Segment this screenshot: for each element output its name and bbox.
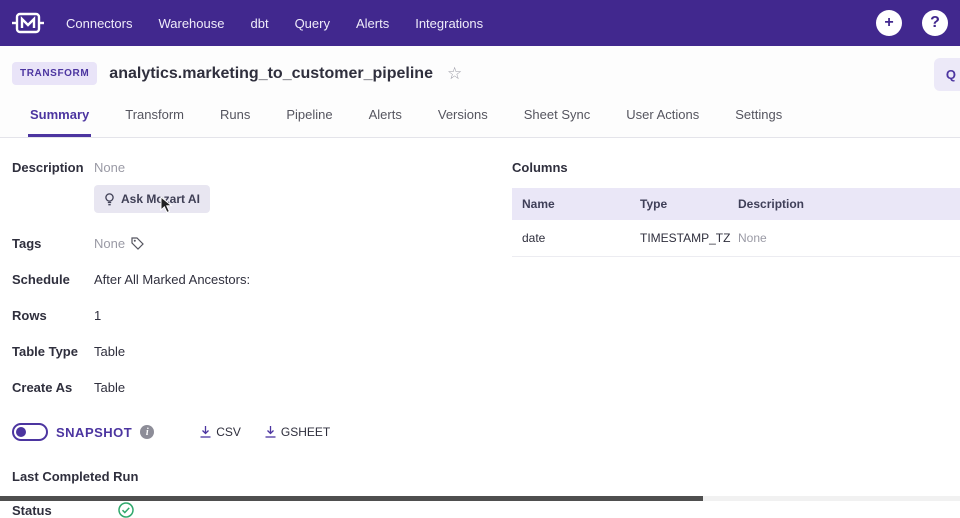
- tab-user-actions[interactable]: User Actions: [624, 97, 701, 137]
- cell-name: date: [512, 220, 630, 256]
- status-success-icon: [118, 502, 134, 518]
- ask-mozart-ai-button[interactable]: Ask Mozart AI: [94, 185, 210, 213]
- tag-icon[interactable]: [131, 237, 144, 250]
- create-as-value: Table: [94, 380, 125, 395]
- col-header-description: Description: [728, 188, 960, 220]
- columns-title: Columns: [512, 160, 960, 175]
- nav-right-actions: + ?: [876, 10, 950, 36]
- create-as-label: Create As: [12, 380, 94, 395]
- rows-label: Rows: [12, 308, 94, 323]
- tab-settings[interactable]: Settings: [733, 97, 784, 137]
- description-row: Description None: [12, 160, 512, 175]
- nav-item-query[interactable]: Query: [295, 16, 330, 31]
- cell-type: TIMESTAMP_TZ: [630, 220, 728, 256]
- status-label: Status: [12, 503, 118, 518]
- table-type-label: Table Type: [12, 344, 94, 359]
- tags-label: Tags: [12, 236, 94, 251]
- col-header-type: Type: [630, 188, 728, 220]
- tab-bar: Summary Transform Runs Pipeline Alerts V…: [0, 97, 960, 138]
- page-header: TRANSFORM analytics.marketing_to_custome…: [0, 46, 960, 97]
- ask-mozart-ai-label: Ask Mozart AI: [121, 192, 200, 206]
- ask-ai-row: Ask Mozart AI: [94, 185, 512, 213]
- nav-item-integrations[interactable]: Integrations: [415, 16, 483, 31]
- tags-row: Tags None: [12, 236, 512, 251]
- last-completed-run-title: Last Completed Run: [12, 469, 512, 484]
- nav-menu: Connectors Warehouse dbt Query Alerts In…: [66, 16, 483, 31]
- schedule-row: Schedule After All Marked Ancestors:: [12, 272, 512, 287]
- tab-summary[interactable]: Summary: [28, 97, 91, 137]
- top-navbar: Connectors Warehouse dbt Query Alerts In…: [0, 0, 960, 46]
- rows-value: 1: [94, 308, 101, 323]
- summary-content: Description None Ask Mozart AI Tags None: [0, 138, 960, 518]
- columns-table: Name Type Description date TIMESTAMP_TZ …: [512, 188, 960, 257]
- csv-label: CSV: [216, 425, 241, 439]
- download-gsheet-link[interactable]: GSHEET: [265, 425, 330, 439]
- tags-value: None: [94, 236, 125, 251]
- tab-runs[interactable]: Runs: [218, 97, 252, 137]
- details-panel: Description None Ask Mozart AI Tags None: [0, 160, 512, 518]
- table-type-value: Table: [94, 344, 125, 359]
- description-value: None: [94, 160, 125, 175]
- table-type-row: Table Type Table: [12, 344, 512, 359]
- nav-item-dbt[interactable]: dbt: [250, 16, 268, 31]
- download-csv-link[interactable]: CSV: [200, 425, 241, 439]
- gsheet-label: GSHEET: [281, 425, 330, 439]
- schedule-value: After All Marked Ancestors:: [94, 272, 250, 287]
- download-icon: [200, 426, 211, 438]
- table-row[interactable]: date TIMESTAMP_TZ None: [512, 220, 960, 257]
- tab-alerts[interactable]: Alerts: [367, 97, 404, 137]
- query-shortcut-button[interactable]: Q: [934, 58, 960, 91]
- nav-item-warehouse[interactable]: Warehouse: [158, 16, 224, 31]
- transform-badge: TRANSFORM: [12, 62, 97, 85]
- tab-pipeline[interactable]: Pipeline: [284, 97, 334, 137]
- snapshot-label: SNAPSHOT: [56, 425, 132, 440]
- cell-description: None: [728, 220, 960, 256]
- create-as-row: Create As Table: [12, 380, 512, 395]
- snapshot-toggle[interactable]: [12, 423, 48, 441]
- favorite-star-icon[interactable]: ☆: [447, 64, 462, 84]
- snapshot-row: SNAPSHOT i CSV GSHEET: [12, 423, 512, 441]
- info-icon[interactable]: i: [140, 425, 154, 439]
- nav-item-alerts[interactable]: Alerts: [356, 16, 389, 31]
- rows-row: Rows 1: [12, 308, 512, 323]
- columns-panel: Columns Name Type Description date TIMES…: [512, 160, 960, 518]
- columns-table-header: Name Type Description: [512, 188, 960, 220]
- tab-transform[interactable]: Transform: [123, 97, 186, 137]
- page-title: analytics.marketing_to_customer_pipeline: [109, 65, 433, 83]
- status-row: Status: [12, 502, 512, 518]
- horizontal-scrollbar-thumb[interactable]: [0, 496, 703, 501]
- help-button[interactable]: ?: [922, 10, 948, 36]
- tab-versions[interactable]: Versions: [436, 97, 490, 137]
- col-header-name: Name: [512, 188, 630, 220]
- nav-item-connectors[interactable]: Connectors: [66, 16, 132, 31]
- tab-sheet-sync[interactable]: Sheet Sync: [522, 97, 593, 137]
- schedule-label: Schedule: [12, 272, 94, 287]
- mozart-logo-icon[interactable]: [12, 8, 44, 38]
- add-button[interactable]: +: [876, 10, 902, 36]
- description-label: Description: [12, 160, 94, 175]
- lightbulb-icon: [104, 193, 115, 206]
- download-icon: [265, 426, 276, 438]
